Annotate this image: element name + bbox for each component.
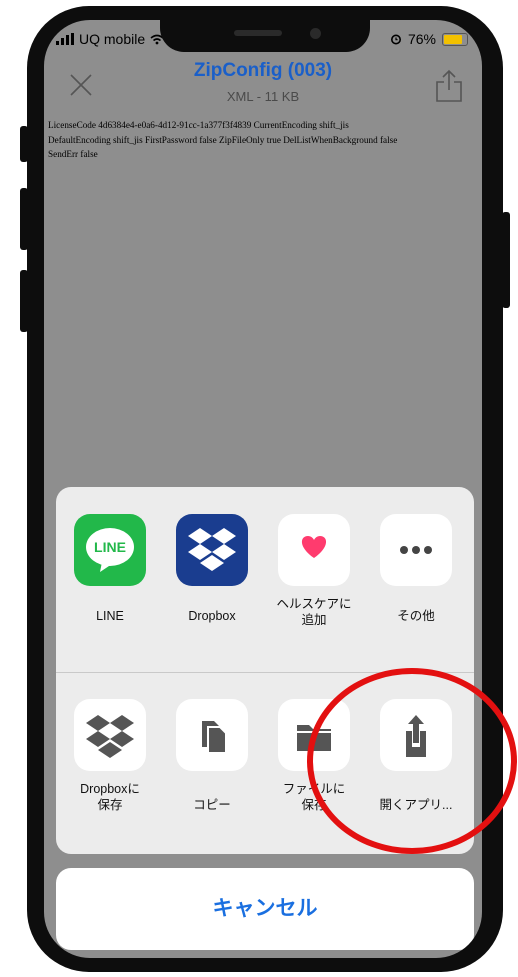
app-label: LINE [96,609,124,623]
more-icon [380,514,452,586]
power-button [502,212,510,308]
document-body: LicenseCode 4d6384e4-e0a6-4d12-91cc-1a37… [48,118,480,162]
line-app-icon: LINE [74,514,146,586]
action-copy[interactable]: コピー [162,699,262,813]
annotation-circle [307,668,517,854]
share-app-health[interactable]: ヘルスケアに 追加 [264,514,364,628]
signal-icon [56,33,74,45]
health-heart-icon [278,514,350,586]
camera [310,28,321,39]
mute-switch [20,126,28,162]
share-app-more[interactable]: その他 [366,514,466,624]
app-label: ヘルスケアに 追加 [276,597,352,627]
svg-text:LINE: LINE [94,539,126,555]
notch [160,20,370,52]
speaker [234,30,282,36]
share-app-dropbox[interactable]: Dropbox [162,514,262,624]
carrier-name: UQ mobile [79,31,146,47]
document-line: SendErr false [48,149,98,159]
app-label: Dropbox [188,609,236,623]
document-line: LicenseCode 4d6384e4-e0a6-4d12-91cc-1a37… [48,120,349,130]
cancel-button[interactable]: キャンセル [56,868,474,950]
app-row: LINE LINE Dropbox ヘルスケアに 追加 その他 [56,487,474,672]
app-label: その他 [397,609,435,623]
document-line: DefaultEncoding shift_jis FirstPassword … [48,134,398,145]
action-label: Dropboxに 保存 [80,782,140,812]
dropbox-app-icon [176,514,248,586]
alarm-icon [390,34,401,45]
status-bar-right: 76% [390,31,468,47]
copy-icon [176,699,248,771]
volume-up-button [20,188,28,250]
file-info: XML - 11 KB [226,89,300,104]
file-title: ZipConfig (003) [193,60,333,81]
battery-percent: 76% [407,31,436,47]
cancel-label: キャンセル [212,897,318,920]
status-bar-left: UQ mobile [56,31,164,47]
share-app-line[interactable]: LINE LINE [60,514,160,624]
action-save-to-dropbox[interactable]: Dropboxに 保存 [60,699,160,813]
action-label: コピー [193,798,231,812]
dropbox-save-icon [74,699,146,771]
battery-icon [442,32,468,46]
volume-down-button [20,270,28,332]
share-icon[interactable] [434,68,464,104]
